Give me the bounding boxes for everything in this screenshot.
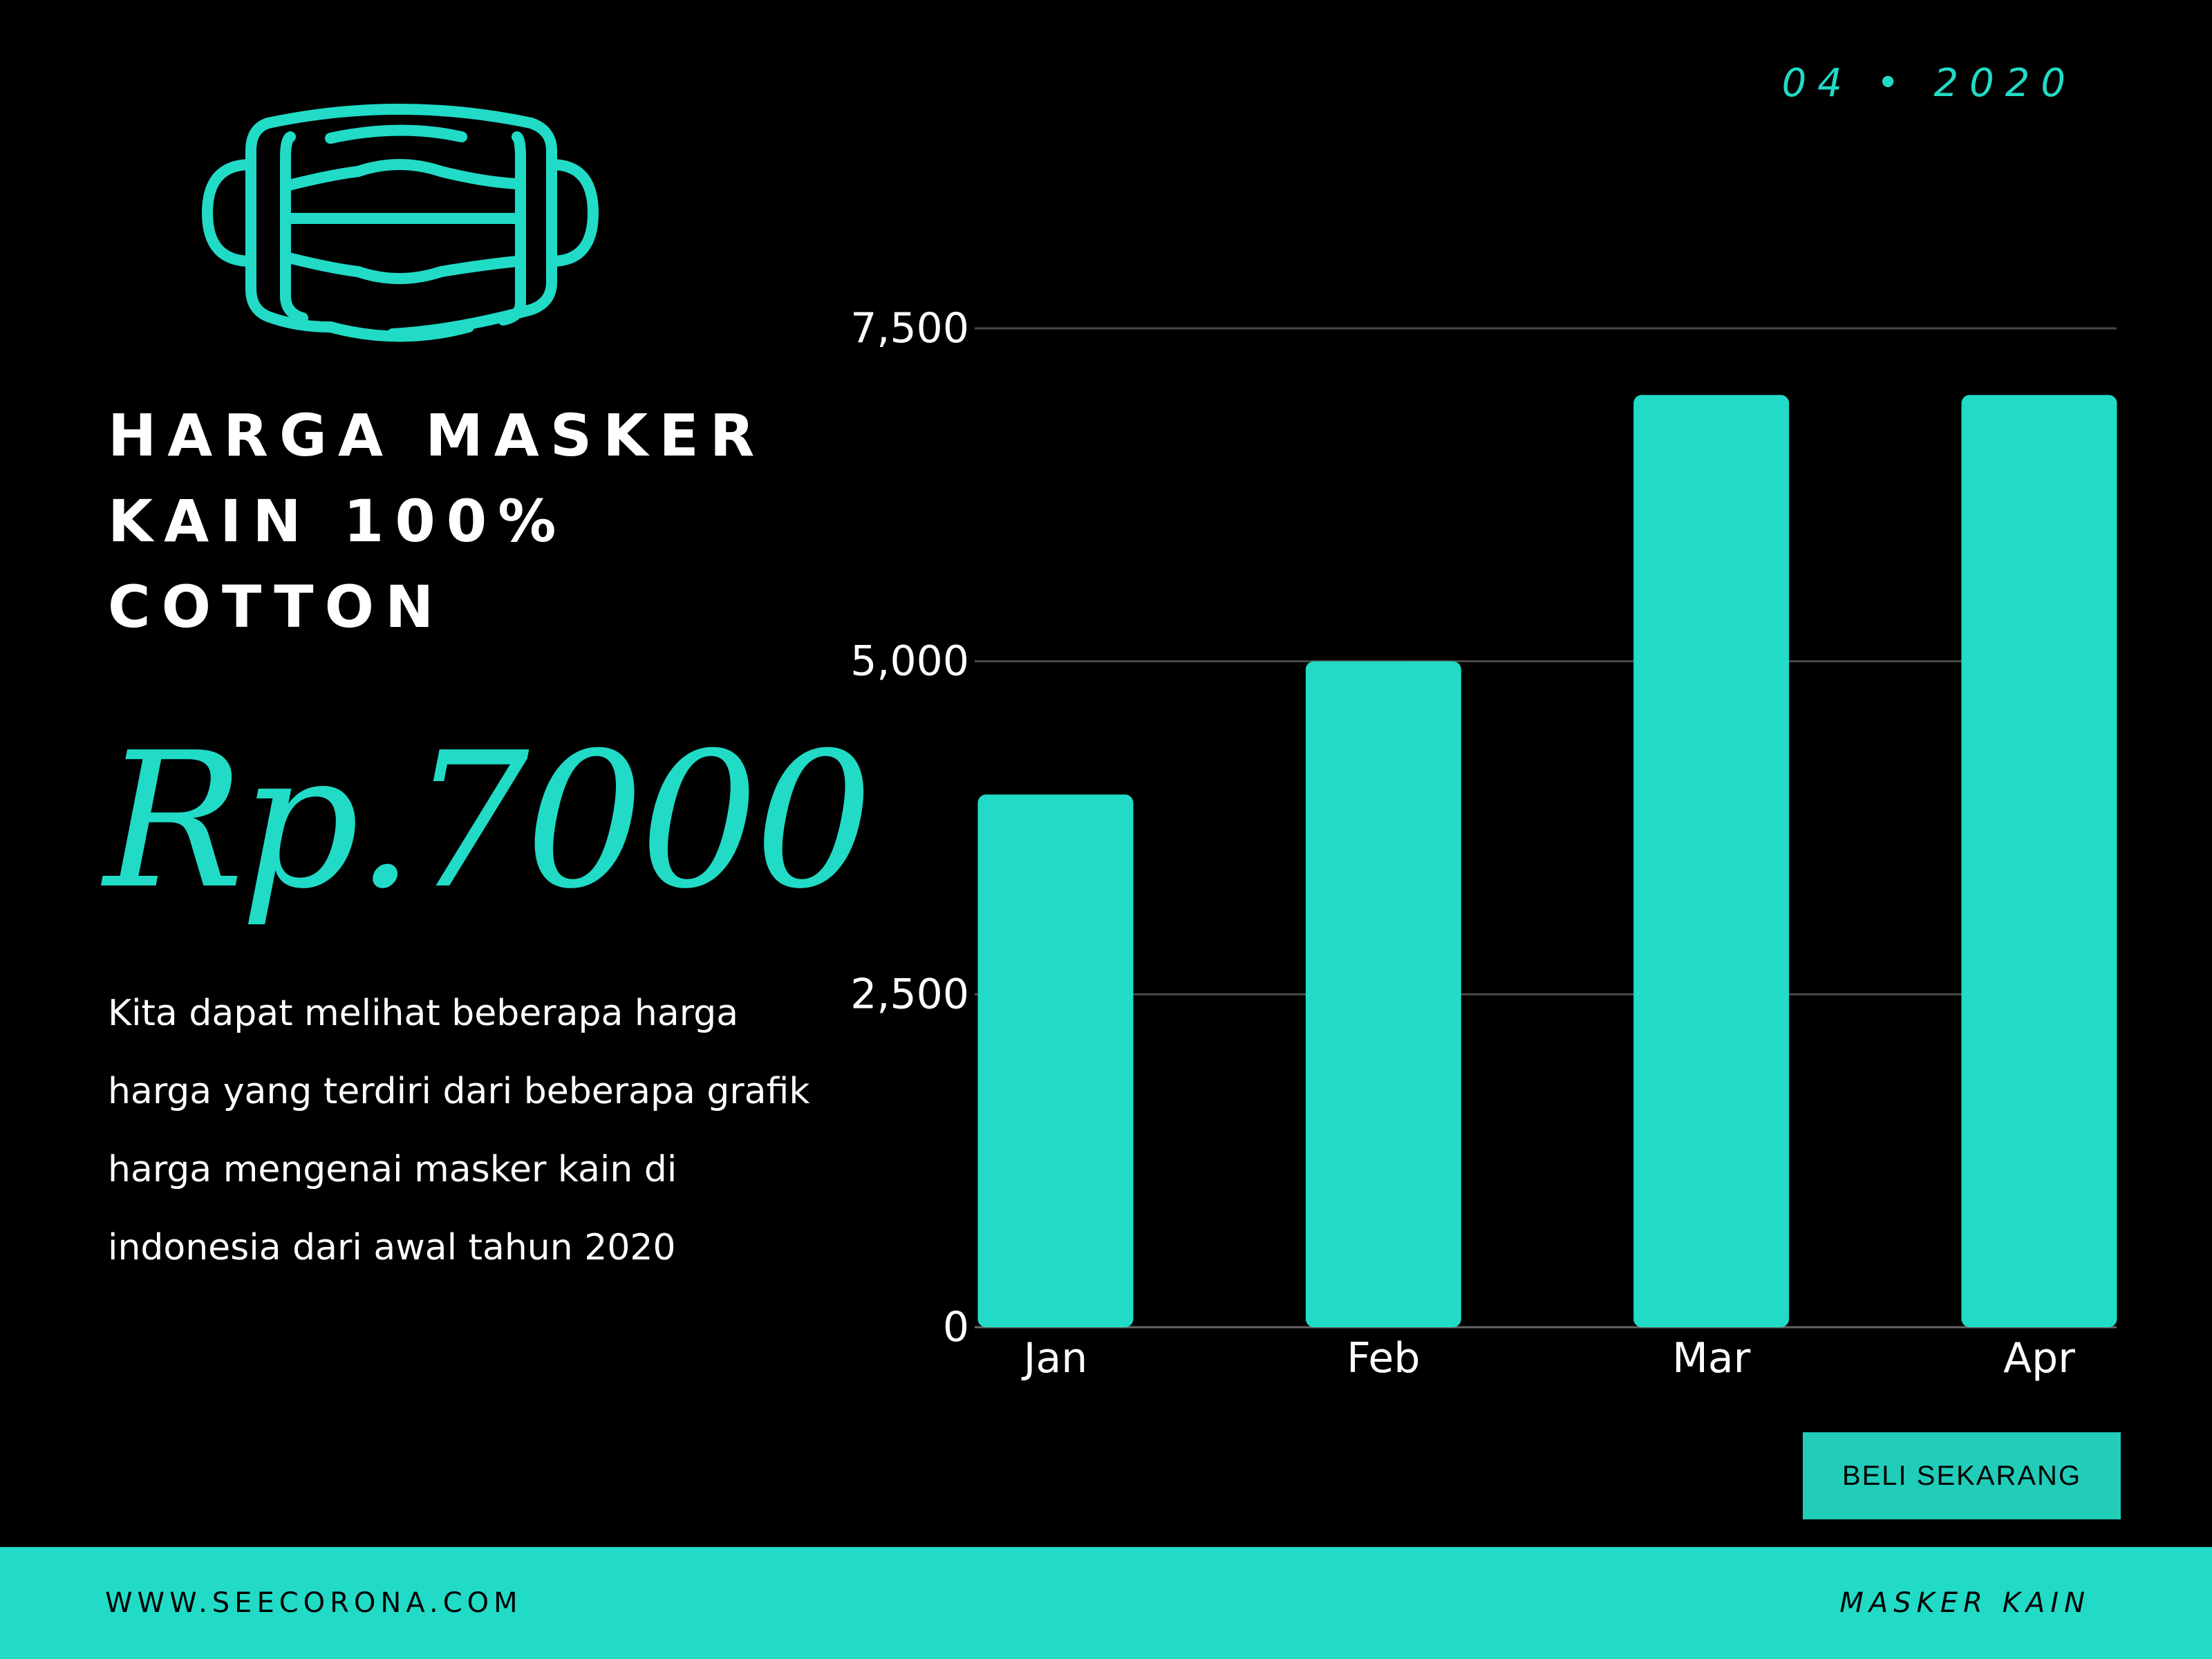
- description: Kita dapat melihat beberapa harga harga …: [108, 975, 868, 1287]
- x-tick-label: Feb: [1347, 1334, 1420, 1382]
- x-tick-label: Apr: [2003, 1334, 2075, 1382]
- y-tick-label: 2,500: [850, 970, 969, 1018]
- bar-apr: [1961, 395, 2117, 1328]
- description-line-4: indonesia dari awal tahun 2020: [108, 1227, 676, 1268]
- date-label: 04 • 2020: [1781, 61, 2077, 106]
- x-tick-label: Jan: [1021, 1334, 1088, 1382]
- headline-line-2: KAIN 100%: [108, 487, 568, 555]
- price: Rp.7000: [104, 712, 873, 930]
- headline-line-1: HARGA MASKER: [108, 402, 766, 469]
- buy-now-button[interactable]: BELI SEKARANG: [1803, 1432, 2121, 1519]
- headline: HARGA MASKER KAIN 100% COTTON: [108, 393, 799, 650]
- y-tick-label: 5,000: [850, 637, 969, 686]
- x-tick-label: Mar: [1672, 1334, 1751, 1382]
- description-line-1: Kita dapat melihat beberapa harga: [108, 993, 739, 1034]
- headline-line-3: COTTON: [108, 573, 445, 641]
- bar-chart: 0 2,500 5,000 7,500 Jan Feb Mar Apr: [850, 304, 2117, 1382]
- y-tick-label: 7,500: [850, 304, 969, 353]
- y-tick-label: 0: [943, 1303, 969, 1351]
- description-line-3: harga mengenai masker kain di: [108, 1149, 677, 1190]
- footer-brand: MASKER KAIN: [1839, 1587, 2090, 1619]
- bar-jan: [977, 794, 1134, 1327]
- footer-bar: WWW.SEECORONA.COM MASKER KAIN: [0, 1547, 2212, 1659]
- footer-url: WWW.SEECORONA.COM: [105, 1587, 523, 1619]
- face-mask-icon: [202, 104, 599, 342]
- description-line-2: harga yang terdiri dari beberapa grafik: [108, 1071, 810, 1112]
- bar-feb: [1305, 661, 1461, 1327]
- bar-mar: [1633, 395, 1790, 1328]
